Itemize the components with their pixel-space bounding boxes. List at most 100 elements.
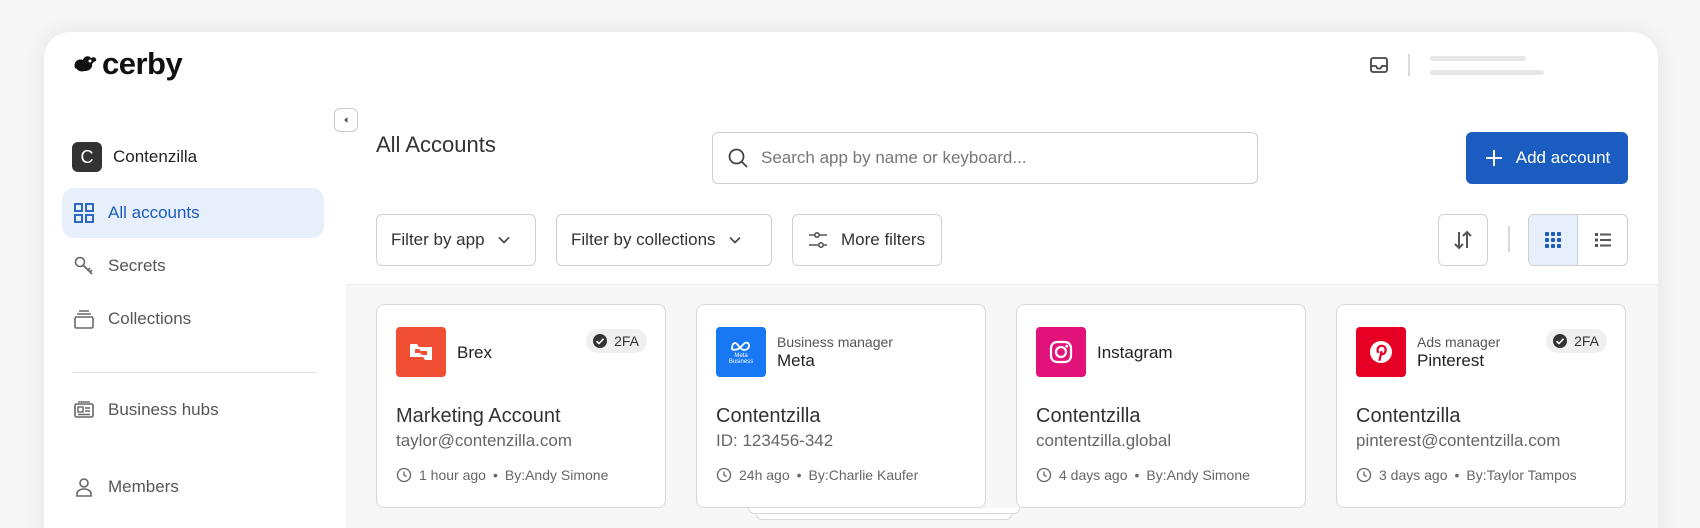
user-email-placeholder (1430, 70, 1544, 75)
brand-name: cerby (102, 46, 183, 81)
search-icon (728, 148, 748, 168)
business-hub-icon (72, 398, 96, 422)
updated-by: By:Andy Simone (1146, 467, 1250, 483)
account-name: Contentzilla (716, 405, 821, 427)
filter-by-app-label: Filter by app (391, 230, 485, 249)
search-field[interactable] (712, 132, 1258, 184)
account-card-instagram[interactable]: Instagram Contentzilla contentzilla.glob… (1016, 304, 1306, 508)
updated-time: 3 days ago (1379, 467, 1448, 483)
sidebar-item-collections[interactable]: Collections (62, 294, 324, 344)
account-name: Marketing Account (396, 405, 561, 427)
clock-icon (716, 467, 732, 483)
app-product: Ads manager (1417, 334, 1501, 350)
account-detail: ID: 123456-342 (716, 431, 834, 450)
add-account-label: Add account (1515, 148, 1611, 167)
sidebar-item-label: Members (108, 477, 179, 496)
updated-time: 24h ago (739, 467, 790, 483)
add-account-button[interactable]: Add account (1466, 132, 1628, 184)
sidebar-item-label: Collections (108, 309, 192, 328)
page-title: All Accounts (376, 132, 496, 157)
filter-by-collections-label: Filter by collections (571, 230, 716, 249)
inbox-icon[interactable] (1368, 54, 1390, 76)
separator: • (796, 467, 802, 483)
collapse-sidebar-button[interactable] (334, 108, 358, 132)
user-name-placeholder (1430, 56, 1526, 61)
card-meta: 3 days ago • By:Taylor Tampos (1356, 467, 1577, 483)
chevron-down-icon (728, 236, 741, 244)
account-card-meta[interactable]: Meta Business Business manager Meta Cont… (696, 304, 986, 508)
collections-icon (72, 307, 96, 331)
2fa-badge: 2FA (1546, 329, 1607, 353)
card-meta: 4 days ago • By:Andy Simone (1036, 467, 1250, 483)
more-filters-button[interactable]: More filters (792, 214, 942, 266)
sort-button[interactable] (1438, 214, 1488, 266)
card-meta: 24h ago • By:Charlie Kaufer (716, 467, 918, 483)
app-name: Instagram (1097, 343, 1173, 362)
2fa-badge: 2FA (586, 329, 647, 353)
workspace-name: Contenzilla (113, 147, 198, 166)
meta-logo-text: Meta Business (728, 352, 754, 365)
chevron-down-icon (497, 236, 510, 244)
account-card-brex[interactable]: Brex 2FA Marketing Account taylor@conten… (376, 304, 666, 508)
workspace-avatar: C (72, 142, 102, 172)
clock-icon (1356, 467, 1372, 483)
app-name: Pinterest (1417, 351, 1485, 370)
badge-label: 2FA (614, 333, 639, 349)
key-icon (72, 254, 96, 278)
brex-logo-icon (396, 327, 446, 377)
sidebar-item-secrets[interactable]: Secrets (62, 241, 324, 291)
separator: • (1454, 467, 1460, 483)
instagram-logo-icon (1036, 327, 1086, 377)
app-name: Meta (777, 351, 815, 370)
search-input[interactable] (761, 148, 1221, 168)
sliders-icon (809, 231, 827, 249)
cerby-logo[interactable]: cerby (72, 46, 183, 82)
app-product: Business manager (777, 334, 893, 350)
sidebar-item-label: All accounts (108, 203, 200, 222)
grid-view-icon (1545, 232, 1561, 248)
card-stack-shadow (756, 514, 1012, 520)
account-name: Contentzilla (1356, 405, 1461, 427)
grid-view-button[interactable] (1529, 215, 1578, 265)
app-window: cerby C Contenzilla All accounts Secrets… (44, 32, 1658, 528)
badge-label: 2FA (1574, 333, 1599, 349)
toolbar-divider (1508, 226, 1510, 252)
filter-by-collections-dropdown[interactable]: Filter by collections (556, 214, 772, 266)
sidebar-item-label: Business hubs (108, 400, 219, 419)
updated-by: By:Charlie Kaufer (808, 467, 919, 483)
view-toggle (1528, 214, 1628, 266)
sidebar-item-members[interactable]: Members (62, 462, 324, 512)
updated-time: 1 hour ago (419, 467, 486, 483)
meta-business-logo-icon: Meta Business (716, 327, 766, 377)
updated-by: By:Andy Simone (504, 467, 609, 483)
sidebar-item-business-hubs[interactable]: Business hubs (62, 385, 324, 435)
account-detail: contentzilla.global (1036, 431, 1172, 450)
pinterest-logo-icon (1356, 327, 1406, 377)
plus-icon (1485, 150, 1502, 166)
card-meta: 1 hour ago • By:Andy Simone (396, 467, 608, 483)
list-view-icon (1594, 233, 1611, 247)
updated-time: 4 days ago (1059, 467, 1128, 483)
account-detail: pinterest@contentzilla.com (1356, 431, 1561, 450)
account-detail: taylor@contenzilla.com (396, 431, 572, 450)
sort-icon (1454, 230, 1472, 250)
workspace-switcher[interactable]: C Contenzilla (72, 142, 197, 172)
card-stack-shadow (748, 508, 1020, 514)
separator: • (1134, 467, 1140, 483)
app-name: Brex (457, 343, 492, 362)
sidebar-item-all-accounts[interactable]: All accounts (62, 188, 324, 238)
account-name: Contentzilla (1036, 405, 1141, 427)
chevron-left-icon (344, 117, 348, 123)
account-card-pinterest[interactable]: Ads manager Pinterest 2FA Contentzilla p… (1336, 304, 1626, 508)
cerby-logo-icon (74, 56, 97, 72)
updated-by: By:Taylor Tampos (1466, 467, 1577, 483)
header-divider (1408, 54, 1410, 76)
user-icon (72, 475, 96, 499)
check-circle-icon (1553, 334, 1568, 348)
grid-icon (72, 201, 96, 225)
list-view-button[interactable] (1578, 215, 1627, 265)
filter-by-app-dropdown[interactable]: Filter by app (376, 214, 536, 266)
check-circle-icon (593, 334, 608, 348)
clock-icon (1036, 467, 1052, 483)
more-filters-label: More filters (841, 230, 926, 249)
